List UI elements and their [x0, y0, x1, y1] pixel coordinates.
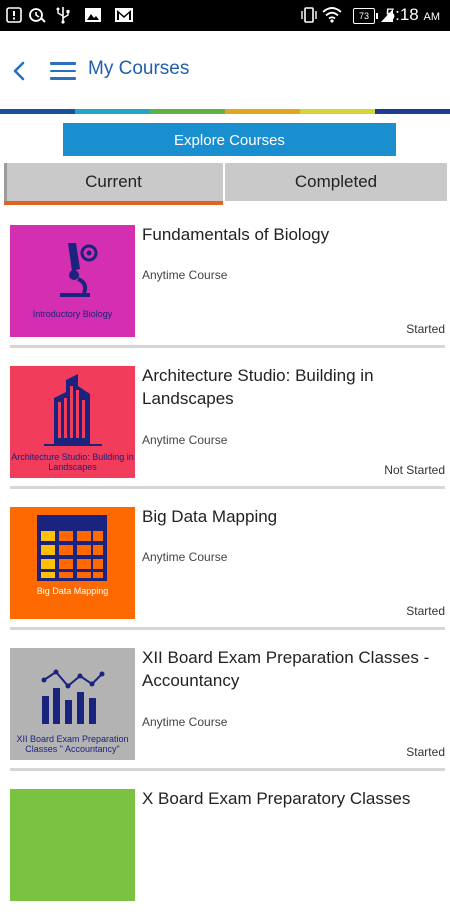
- microscope-icon: [50, 239, 100, 303]
- course-type: Anytime Course: [142, 433, 228, 447]
- course-thumbnail: Big Data Mapping: [10, 507, 135, 619]
- course-thumbnail: [10, 789, 135, 901]
- course-type: Anytime Course: [142, 550, 228, 564]
- course-item[interactable]: Introductory Biology Fundamentals of Bio…: [0, 215, 450, 356]
- brand-stripe-segment: [225, 109, 300, 114]
- course-tabs: Current Completed: [4, 163, 447, 205]
- clock-time: 5:18: [385, 5, 419, 24]
- thumbnail-label: XII Board Exam Preparation Classes " Acc…: [16, 734, 129, 754]
- brand-stripe-segment: [300, 109, 375, 114]
- tab-current-label: Current: [85, 172, 142, 191]
- brand-stripe-segment: [75, 109, 150, 114]
- course-title: XII Board Exam Preparation Classes - Acc…: [142, 648, 430, 690]
- thumbnail-label: Big Data Mapping: [36, 586, 109, 596]
- image-icon: [84, 6, 102, 24]
- course-thumbnail: XII Board Exam Preparation Classes " Acc…: [10, 648, 135, 760]
- course-thumbnail: Architecture Studio: Building in Landsca…: [10, 366, 135, 478]
- course-item[interactable]: XII Board Exam Preparation Classes " Acc…: [0, 638, 450, 779]
- course-title: Big Data Mapping: [142, 507, 278, 526]
- brand-stripe-segment: [0, 109, 75, 114]
- clock-ampm: AM: [423, 11, 441, 23]
- brand-stripe-segment: [150, 109, 225, 114]
- usb-icon: [56, 6, 70, 24]
- chevron-left-icon[interactable]: [10, 59, 28, 83]
- clock: 5:18 AM: [386, 5, 440, 25]
- course-item[interactable]: Big Data Mapping Big Data Mapping Anytim…: [0, 497, 450, 638]
- tab-completed[interactable]: Completed: [225, 163, 447, 201]
- app-bar: My Courses: [0, 31, 450, 109]
- course-thumbnail: Introductory Biology: [10, 225, 135, 337]
- course-type: Anytime Course: [142, 715, 228, 729]
- course-item[interactable]: Architecture Studio: Building in Landsca…: [0, 356, 450, 497]
- page-title: My Courses: [88, 58, 190, 79]
- brand-stripe: [0, 109, 450, 114]
- table-grid-icon: [37, 515, 107, 585]
- alert-icon: [6, 6, 22, 24]
- course-status: Started: [406, 604, 445, 618]
- building-icon: [42, 372, 104, 450]
- tab-current[interactable]: Current: [4, 163, 223, 205]
- tab-edge: [4, 163, 7, 201]
- thumbnail-label: Introductory Biology: [32, 309, 113, 319]
- course-title: Fundamentals of Biology: [142, 225, 330, 244]
- brand-stripe-segment: [375, 109, 450, 114]
- divider: [10, 627, 445, 630]
- gmail-icon: [114, 6, 134, 24]
- explore-courses-button[interactable]: Explore Courses: [63, 123, 396, 156]
- bar-chart-icon: [40, 666, 106, 730]
- divider: [10, 345, 445, 348]
- wifi-icon: [322, 6, 342, 24]
- sync-icon: [28, 6, 46, 24]
- vibrate-icon: [300, 6, 318, 24]
- thumbnail-label: Architecture Studio: Building in Landsca…: [11, 452, 134, 472]
- battery-icon: 73: [353, 8, 378, 24]
- status-bar: 73 5:18 AM: [0, 0, 450, 31]
- course-title: Architecture Studio: Building in Landsca…: [142, 366, 374, 408]
- course-status: Started: [406, 745, 445, 759]
- divider: [10, 486, 445, 489]
- course-status: Started: [406, 322, 445, 336]
- hamburger-icon[interactable]: [50, 62, 76, 80]
- divider: [10, 768, 445, 771]
- course-type: Anytime Course: [142, 268, 228, 282]
- tab-completed-label: Completed: [294, 172, 378, 191]
- course-status: Not Started: [384, 463, 445, 477]
- course-title: X Board Exam Preparatory Classes: [142, 789, 411, 808]
- course-item[interactable]: X Board Exam Preparatory Classes: [0, 779, 450, 920]
